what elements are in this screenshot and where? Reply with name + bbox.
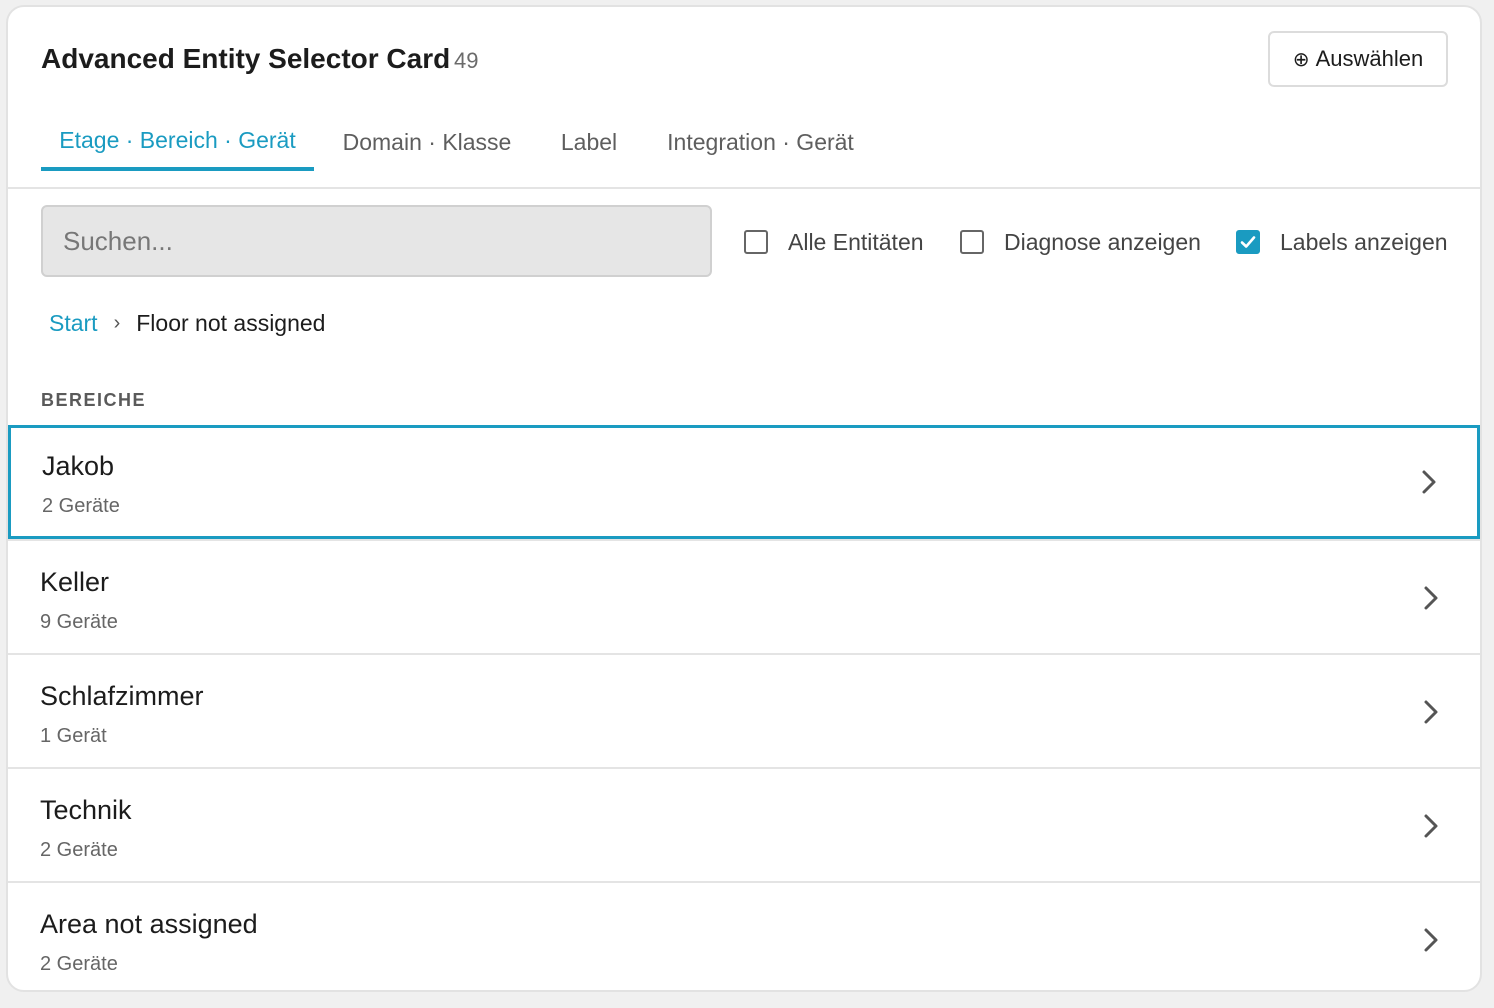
area-name: Schlafzimmer — [40, 681, 204, 711]
entity-selector-card: Advanced Entity Selector Card 49 ⊕ Auswä… — [6, 5, 1482, 992]
chevron-right-icon — [1424, 928, 1438, 952]
area-row-jakob[interactable]: Jakob 2 Geräte — [8, 425, 1480, 539]
tab-label: Etage · Bereich · Gerät — [59, 126, 296, 153]
card-title: Advanced Entity Selector Card — [41, 43, 451, 74]
filter-label: Labels anzeigen — [1280, 228, 1448, 255]
tab-label: Label — [560, 128, 618, 155]
filter-show-labels[interactable]: Labels anzeigen — [1236, 227, 1448, 257]
select-button-label: Auswählen — [1315, 46, 1424, 71]
tab-label-view[interactable]: Label — [548, 113, 630, 171]
area-name: Keller — [40, 567, 110, 597]
card-header: Advanced Entity Selector Card 49 ⊕ Auswä… — [8, 7, 1480, 107]
chevron-right-icon — [1424, 700, 1438, 724]
area-name: Area not assigned — [40, 909, 258, 939]
filter-label: Diagnose anzeigen — [1004, 228, 1201, 255]
checkbox-all-entities[interactable] — [744, 230, 768, 254]
tab-domain-class[interactable]: Domain · Klasse — [334, 113, 520, 171]
checkmark-icon — [1240, 236, 1256, 248]
tab-integration-device[interactable]: Integration · Gerät — [658, 113, 863, 171]
chevron-right-icon — [1424, 814, 1438, 838]
breadcrumb-start-link[interactable]: Start — [49, 310, 98, 337]
area-device-count: 2 Geräte — [40, 953, 118, 975]
breadcrumb: Start › Floor not assigned — [49, 310, 325, 337]
area-device-count: 2 Geräte — [40, 839, 118, 861]
filter-show-diagnostics[interactable]: Diagnose anzeigen — [960, 227, 1201, 257]
checkbox-show-labels[interactable] — [1236, 230, 1260, 254]
section-label-areas: BEREICHE — [41, 390, 147, 410]
tab-floor-area-device[interactable]: Etage · Bereich · Gerät — [41, 113, 314, 171]
select-button[interactable]: ⊕ Auswählen — [1268, 31, 1448, 87]
area-row-keller[interactable]: Keller 9 Geräte — [8, 539, 1480, 653]
chevron-right-icon — [1422, 470, 1436, 494]
area-name: Technik — [40, 795, 132, 825]
area-row-not-assigned[interactable]: Area not assigned 2 Geräte — [8, 881, 1480, 990]
area-device-count: 2 Geräte — [42, 495, 120, 517]
area-row-schlafzimmer[interactable]: Schlafzimmer 1 Gerät — [8, 653, 1480, 767]
breadcrumb-separator: › — [113, 312, 121, 334]
entity-count: 49 — [454, 48, 479, 73]
tabs-divider — [8, 187, 1480, 189]
chevron-right-icon — [1424, 586, 1438, 610]
tab-label: Integration · Gerät — [667, 128, 854, 155]
add-circle-icon: ⊕ — [1292, 48, 1310, 71]
breadcrumb-current: Floor not assigned — [136, 310, 326, 336]
filter-all-entities[interactable]: Alle Entitäten — [744, 227, 924, 257]
search-input[interactable] — [41, 205, 712, 277]
area-device-count: 1 Gerät — [40, 725, 107, 747]
area-list: Jakob 2 Geräte Keller 9 Geräte Schlafzim… — [8, 425, 1480, 990]
area-row-technik[interactable]: Technik 2 Geräte — [8, 767, 1480, 881]
filter-label: Alle Entitäten — [788, 228, 924, 255]
area-device-count: 9 Geräte — [40, 611, 118, 633]
area-name: Jakob — [42, 451, 115, 481]
tab-bar: Etage · Bereich · Gerät Domain · Klasse … — [8, 113, 1480, 189]
checkbox-show-diagnostics[interactable] — [960, 230, 984, 254]
tab-label: Domain · Klasse — [342, 128, 512, 155]
